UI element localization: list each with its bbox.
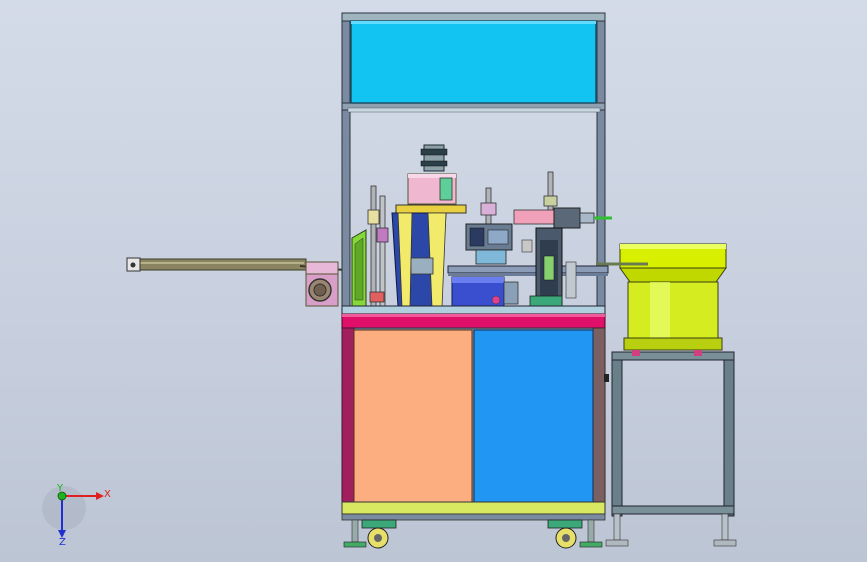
z-axis-label: Z xyxy=(59,537,66,548)
left-caster[interactable] xyxy=(361,519,397,549)
work-table[interactable] xyxy=(341,305,606,329)
coordinate-triad: X Y Z xyxy=(42,483,111,548)
cad-viewport[interactable]: X Y Z xyxy=(0,0,867,562)
top-guard-panel[interactable] xyxy=(350,20,597,104)
conveyor-motor[interactable] xyxy=(305,261,339,307)
y-axis-label: Y xyxy=(56,483,64,494)
door-handle[interactable] xyxy=(604,374,609,382)
press-body[interactable] xyxy=(391,212,447,308)
left-vertical-guide[interactable] xyxy=(367,185,389,307)
green-chute[interactable] xyxy=(351,229,367,307)
gripper-assembly[interactable] xyxy=(465,187,513,265)
right-leveling-foot[interactable] xyxy=(579,519,603,548)
right-cabinet-door[interactable] xyxy=(473,329,594,503)
x-axis-label: X xyxy=(104,489,111,500)
feeder-stand[interactable] xyxy=(611,350,735,517)
base-rail[interactable] xyxy=(341,501,606,521)
left-cabinet-door[interactable] xyxy=(353,329,473,503)
stand-feet[interactable] xyxy=(605,513,737,547)
feeder-bowl[interactable] xyxy=(596,243,727,351)
drive-motor[interactable] xyxy=(451,276,519,308)
right-caster[interactable] xyxy=(547,519,583,549)
press-column[interactable] xyxy=(395,144,467,214)
assembly-drawing: X Y Z xyxy=(42,12,737,549)
slide-rail[interactable] xyxy=(447,265,609,276)
